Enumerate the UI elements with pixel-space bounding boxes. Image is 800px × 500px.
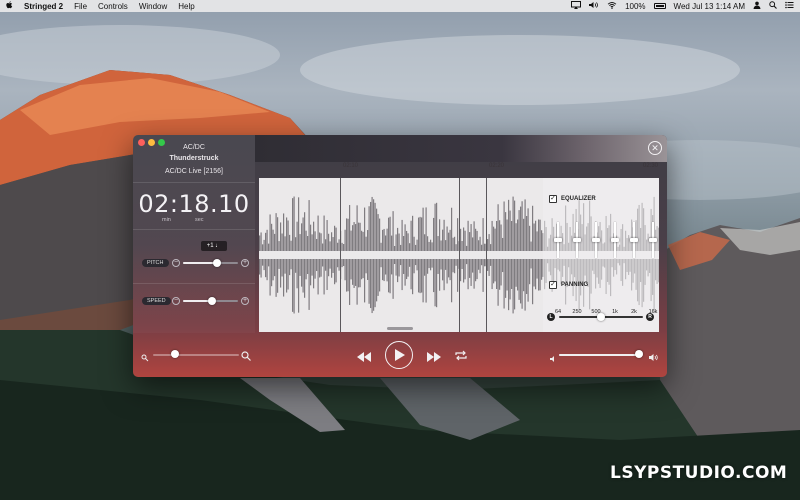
menu-clock[interactable]: Wed Jul 13 1:14 AM bbox=[674, 2, 745, 11]
eq-band-knob[interactable] bbox=[649, 238, 657, 242]
pitch-slider-knob[interactable] bbox=[213, 259, 222, 267]
eq-band-label: 2k bbox=[631, 309, 637, 315]
eq-band-knob[interactable] bbox=[611, 238, 619, 242]
stringed-window: ✕ AC/DC Thunderstruck AC/DC Live [2156] … bbox=[133, 135, 667, 377]
equalizer-panel: ✓ EQUALIZER 64 250 500 1k 2k 16k ✓ PANNING L … bbox=[543, 178, 659, 332]
track-album: AC/DC Live [2156] bbox=[165, 168, 223, 175]
speed-label: SPEED bbox=[142, 297, 171, 305]
timeline-ruler[interactable]: 02:10 02:20 02:30 bbox=[255, 162, 667, 178]
panning-label: PANNING bbox=[561, 282, 589, 288]
speed-decrease-button[interactable]: − bbox=[172, 297, 180, 305]
pan-right-label: R bbox=[646, 313, 654, 321]
battery-percent: 100% bbox=[625, 1, 646, 11]
eq-band-knob[interactable] bbox=[554, 238, 562, 242]
menu-controls[interactable]: Controls bbox=[98, 2, 128, 11]
speed-slider-knob[interactable] bbox=[207, 297, 216, 305]
track-title: Thunderstruck bbox=[169, 155, 219, 162]
volume-icon[interactable] bbox=[589, 1, 599, 11]
close-panel-icon[interactable]: ✕ bbox=[648, 141, 662, 155]
menu-bar: Stringed 2 File Controls Window Help 100… bbox=[0, 0, 800, 12]
eq-band-knob[interactable] bbox=[592, 238, 600, 242]
divider bbox=[133, 182, 255, 183]
fast-forward-icon[interactable] bbox=[427, 349, 441, 367]
airplay-icon[interactable] bbox=[571, 1, 582, 11]
volume-slider-fill bbox=[559, 354, 639, 356]
zoom-slider[interactable] bbox=[153, 354, 239, 356]
apple-icon[interactable] bbox=[6, 1, 13, 11]
timeline-tick: 02:10 bbox=[343, 163, 359, 169]
menu-window[interactable]: Window bbox=[139, 2, 167, 11]
track-artist: AC/DC bbox=[183, 144, 205, 151]
menu-help[interactable]: Help bbox=[178, 2, 194, 11]
play-button[interactable] bbox=[385, 341, 413, 369]
divider bbox=[133, 229, 255, 230]
volume-low-icon[interactable] bbox=[550, 350, 556, 368]
battery-icon[interactable] bbox=[653, 3, 666, 9]
pitch-label: PITCH bbox=[142, 259, 169, 267]
list-icon[interactable] bbox=[785, 1, 794, 11]
eq-band-label: 1k bbox=[612, 309, 618, 315]
wifi-icon[interactable] bbox=[607, 1, 617, 11]
pan-left-label: L bbox=[547, 313, 555, 321]
equalizer-checkbox[interactable]: ✓ bbox=[549, 195, 557, 203]
transpose-badge[interactable]: +1 ♩ bbox=[201, 241, 227, 251]
transport-bar bbox=[133, 333, 667, 377]
time-sec-label: sec bbox=[195, 217, 204, 223]
side-panel: AC/DC Thunderstruck AC/DC Live [2156] 02… bbox=[133, 135, 255, 333]
user-icon[interactable] bbox=[753, 1, 761, 11]
eq-band-knob[interactable] bbox=[573, 238, 581, 242]
pitch-decrease-button[interactable]: − bbox=[172, 259, 180, 267]
loop-icon[interactable] bbox=[454, 348, 468, 366]
pitch-increase-button[interactable]: + bbox=[241, 259, 249, 267]
zoom-slider-knob[interactable] bbox=[170, 350, 179, 358]
time-min-label: min bbox=[162, 217, 171, 223]
rewind-icon[interactable] bbox=[357, 349, 371, 367]
play-icon bbox=[395, 348, 405, 361]
magnifier-large-icon[interactable] bbox=[241, 348, 251, 366]
volume-slider-knob[interactable] bbox=[634, 350, 643, 358]
timeline-tick: 02:30 bbox=[643, 163, 659, 169]
equalizer-label: EQUALIZER bbox=[561, 196, 596, 202]
panning-slider-knob[interactable] bbox=[597, 313, 605, 321]
panning-checkbox[interactable]: ✓ bbox=[549, 281, 557, 289]
waveform-header bbox=[255, 135, 667, 162]
menu-status-area: 100% Wed Jul 13 1:14 AM bbox=[571, 0, 794, 12]
spotlight-icon[interactable] bbox=[769, 1, 777, 11]
speed-increase-button[interactable]: + bbox=[241, 297, 249, 305]
eq-band-knob[interactable] bbox=[630, 238, 638, 242]
menu-app-name[interactable]: Stringed 2 bbox=[24, 2, 63, 11]
pitch-slider-fill bbox=[183, 262, 218, 264]
time-display: 02:18.10 bbox=[138, 190, 250, 218]
eq-band-label: 250 bbox=[572, 309, 582, 315]
watermark-text: LSYPSTUDIO.COM bbox=[610, 463, 788, 483]
menu-file[interactable]: File bbox=[74, 2, 87, 11]
timeline-tick: 02:20 bbox=[489, 163, 505, 169]
volume-high-icon[interactable] bbox=[649, 349, 659, 367]
magnifier-small-icon[interactable] bbox=[141, 349, 149, 367]
divider bbox=[133, 283, 255, 284]
